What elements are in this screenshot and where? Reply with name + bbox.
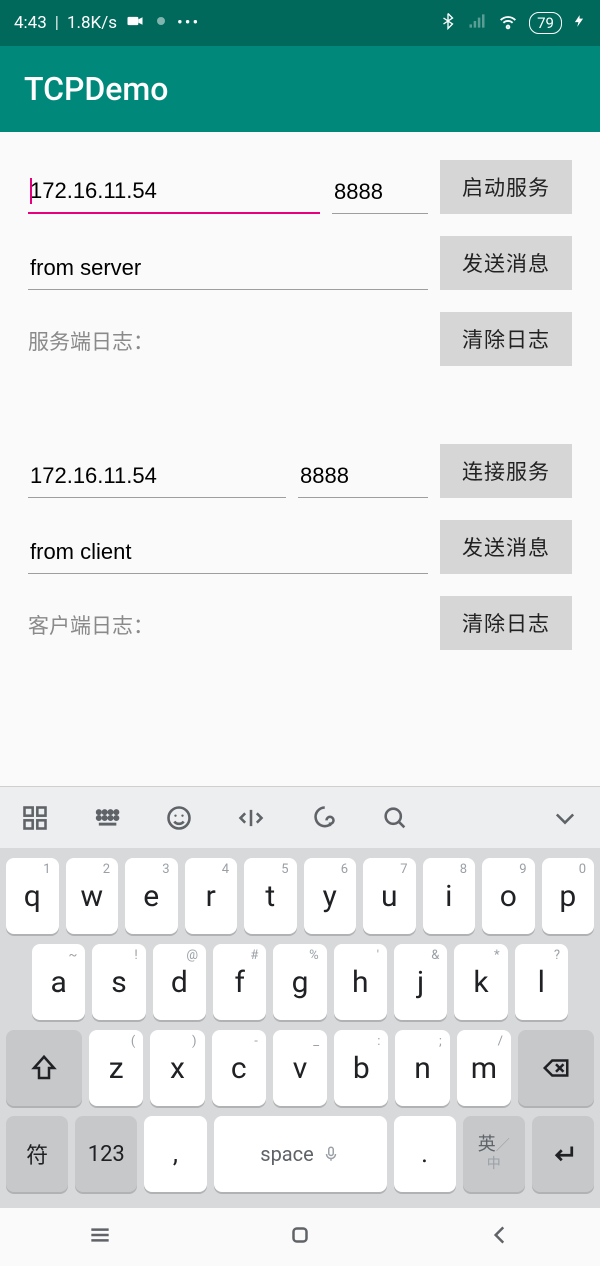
text-caret (30, 178, 32, 204)
charging-icon (572, 13, 586, 33)
server-msg-input[interactable] (28, 249, 428, 290)
key-o[interactable]: 9o (482, 858, 535, 934)
cursor-move-icon[interactable] (236, 803, 266, 833)
server-port-input[interactable] (332, 173, 428, 214)
status-left: 4:43 | 1.8K/s ••• (14, 11, 200, 36)
section-gap (28, 388, 572, 444)
key-z[interactable]: (z (89, 1030, 143, 1106)
server-conn-row: 启动服务 (28, 160, 572, 214)
nav-home-icon[interactable] (287, 1222, 313, 1252)
nav-back-icon[interactable] (487, 1222, 513, 1252)
comma-key[interactable]: , (144, 1116, 206, 1192)
keyboard-row-4: 符 123 , space . 英／ 中 (6, 1116, 594, 1192)
client-send-button[interactable]: 发送消息 (440, 520, 572, 574)
nav-recent-icon[interactable] (87, 1222, 113, 1252)
keyboard-icon[interactable] (92, 803, 122, 833)
space-label: space (260, 1142, 314, 1166)
server-clear-button[interactable]: 清除日志 (440, 312, 572, 366)
key-r[interactable]: 4r (185, 858, 238, 934)
bluetooth-icon (439, 12, 457, 35)
key-i[interactable]: 8i (423, 858, 476, 934)
period-key[interactable]: . (394, 1116, 456, 1192)
key-y[interactable]: 6y (304, 858, 357, 934)
key-k[interactable]: *k (454, 944, 507, 1020)
key-v[interactable]: _v (273, 1030, 327, 1106)
client-conn-row: 连接服务 (28, 444, 572, 498)
key-n[interactable]: ;n (395, 1030, 449, 1106)
key-x[interactable]: )x (150, 1030, 204, 1106)
key-a[interactable]: ~a (32, 944, 85, 1020)
server-log-row: 服务端日志： 清除日志 (28, 312, 572, 366)
server-ip-wrap (28, 172, 320, 214)
symbols-key[interactable]: 符 (6, 1116, 68, 1192)
more-icon: ••• (177, 13, 200, 33)
key-s[interactable]: !s (92, 944, 145, 1020)
client-msg-input[interactable] (28, 533, 428, 574)
wifi-icon (497, 10, 519, 37)
status-bar: 4:43 | 1.8K/s ••• 79 (0, 0, 600, 46)
mic-icon (322, 1145, 340, 1163)
space-key[interactable]: space (214, 1116, 387, 1192)
keyboard-row-2: ~a!s@d#f%g'h&j*k?l (6, 944, 594, 1020)
key-u[interactable]: 7u (363, 858, 416, 934)
key-c[interactable]: -c (212, 1030, 266, 1106)
client-port-input[interactable] (298, 457, 428, 498)
key-h[interactable]: 'h (334, 944, 387, 1020)
status-sep: | (55, 13, 59, 33)
keyboard-row-1: 1q2w3e4r5t6y7u8i9o0p (6, 858, 594, 934)
camera-icon (125, 11, 145, 36)
android-navbar (0, 1208, 600, 1266)
emoji-icon[interactable] (164, 803, 194, 833)
key-j[interactable]: &j (394, 944, 447, 1020)
key-p[interactable]: 0p (542, 858, 595, 934)
client-log-label: 客户端日志： (28, 610, 428, 650)
keyboard-keys: 1q2w3e4r5t6y7u8i9o0p ~a!s@d#f%g'h&j*k?l … (0, 848, 600, 1208)
key-e[interactable]: 3e (125, 858, 178, 934)
battery-value: 79 (537, 14, 554, 32)
server-msg-row: 发送消息 (28, 236, 572, 290)
client-ip-input[interactable] (28, 457, 286, 498)
keyboard-row-3: (z)x-c_v:b;n/m (6, 1030, 594, 1106)
soft-keyboard: 1q2w3e4r5t6y7u8i9o0p ~a!s@d#f%g'h&j*k?l … (0, 786, 600, 1266)
numbers-key[interactable]: 123 (75, 1116, 137, 1192)
client-log-row: 客户端日志： 清除日志 (28, 596, 572, 650)
lang-top: 英 (478, 1134, 496, 1155)
key-m[interactable]: /m (457, 1030, 511, 1106)
server-send-button[interactable]: 发送消息 (440, 236, 572, 290)
key-t[interactable]: 5t (244, 858, 297, 934)
status-netspeed: 1.8K/s (67, 13, 117, 33)
battery-indicator: 79 (529, 12, 562, 34)
app-title: TCPDemo (24, 70, 168, 108)
shift-key[interactable] (6, 1030, 82, 1106)
signal-icon (467, 11, 487, 36)
connect-server-button[interactable]: 连接服务 (440, 444, 572, 498)
key-f[interactable]: #f (213, 944, 266, 1020)
app-bar: TCPDemo (0, 46, 600, 132)
key-l[interactable]: ?l (515, 944, 568, 1020)
lang-bot: 中 (487, 1156, 501, 1172)
server-ip-input[interactable] (28, 172, 320, 214)
keyboard-toolbar (0, 786, 600, 848)
content: 启动服务 发送消息 服务端日志： 清除日志 连接服务 发送消息 客户端日志： 清… (0, 132, 600, 754)
server-log-label: 服务端日志： (28, 326, 428, 366)
collapse-keyboard-icon[interactable] (550, 803, 580, 833)
client-msg-row: 发送消息 (28, 520, 572, 574)
key-q[interactable]: 1q (6, 858, 59, 934)
key-g[interactable]: %g (273, 944, 326, 1020)
enter-key[interactable] (532, 1116, 594, 1192)
language-key[interactable]: 英／ 中 (463, 1116, 525, 1192)
client-clear-button[interactable]: 清除日志 (440, 596, 572, 650)
status-time: 4:43 (14, 13, 47, 33)
start-server-button[interactable]: 启动服务 (440, 160, 572, 214)
key-w[interactable]: 2w (66, 858, 119, 934)
record-dot-icon (153, 13, 169, 34)
clipboard-icon[interactable] (308, 803, 338, 833)
grid-icon[interactable] (20, 803, 50, 833)
status-right: 79 (439, 10, 586, 37)
key-b[interactable]: :b (334, 1030, 388, 1106)
key-d[interactable]: @d (153, 944, 206, 1020)
backspace-key[interactable] (518, 1030, 594, 1106)
search-icon[interactable] (380, 803, 410, 833)
